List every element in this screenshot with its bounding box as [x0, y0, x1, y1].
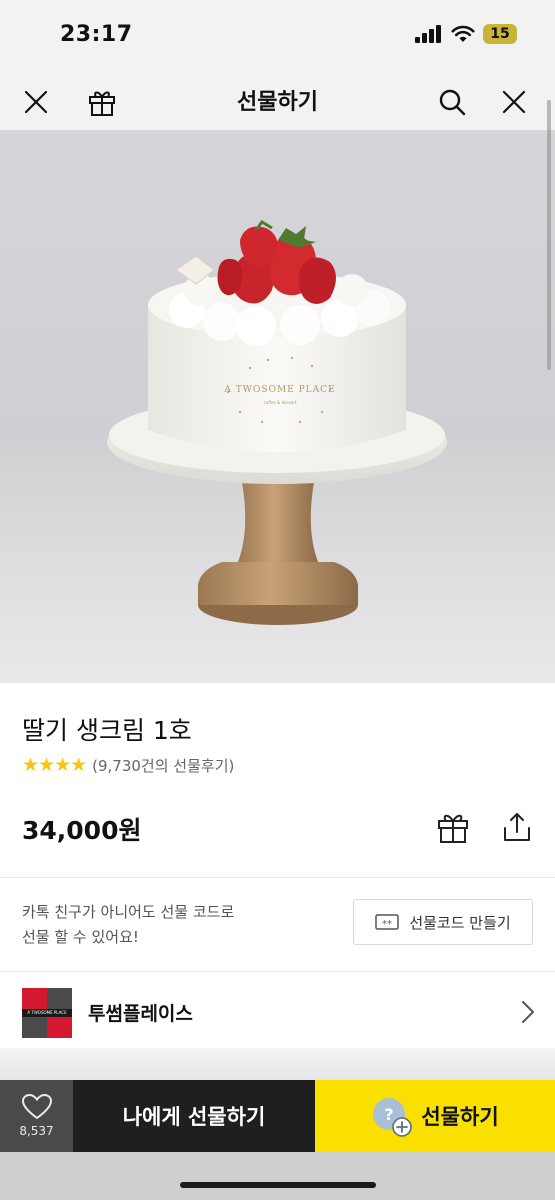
status-bar: 23:17 15 [0, 0, 555, 72]
brand-name: 투썸플레이스 [88, 1003, 193, 1025]
product-price: 34,000원 [22, 816, 142, 845]
battery-indicator: 15 [483, 24, 517, 44]
gift-code-line1: 카톡 친구가 아니어도 선물 코드로 [22, 903, 235, 921]
home-indicator[interactable] [180, 1182, 376, 1188]
heart-icon [21, 1094, 52, 1120]
close-icon [502, 90, 526, 114]
make-gift-code-button[interactable]: ** 선물코드 만들기 [353, 899, 533, 945]
like-button[interactable]: 8,537 [0, 1080, 73, 1152]
cake-illustration: A TWOSOME PLACE coffee & dessert [107, 220, 447, 625]
nav-bar: 선물하기 [0, 72, 555, 130]
gift-code-line2: 선물 할 수 있어요! [22, 928, 139, 946]
bottom-action-bar: 8,537 나에게 선물하기 ? 선물하기 [0, 1080, 555, 1152]
chevron-right-icon [522, 1001, 534, 1023]
divider [0, 877, 555, 878]
brand-logo: A TWOSOME PLACE [22, 988, 72, 1038]
share-button[interactable] [498, 808, 536, 846]
star-rating-icon: ★★★★ [22, 754, 87, 776]
like-count: 8,537 [19, 1124, 54, 1138]
review-count: (9,730건의 선물후기) [92, 756, 235, 775]
content-separator [0, 1048, 555, 1080]
close-button[interactable] [494, 82, 534, 122]
search-icon [439, 89, 466, 116]
svg-text:?: ? [385, 1105, 394, 1124]
ticket-icon: ** [375, 914, 400, 930]
self-gift-label: 나에게 선물하기 [122, 1105, 266, 1129]
status-icons: 15 [415, 24, 517, 44]
make-gift-code-label: 선물코드 만들기 [409, 913, 511, 932]
brand-logo-text: A TWOSOME PLACE [22, 1009, 72, 1017]
search-button[interactable] [432, 82, 472, 122]
product-image: A TWOSOME PLACE coffee & dessert [0, 130, 555, 683]
signal-icon [415, 25, 441, 43]
status-time: 23:17 [60, 22, 133, 47]
scroll-indicator[interactable] [547, 100, 551, 370]
brand-row[interactable]: A TWOSOME PLACE 투썸플레이스 [0, 971, 555, 1051]
gift-code-description: 카톡 친구가 아니어도 선물 코드로 선물 할 수 있어요! [22, 900, 234, 950]
product-name: 딸기 생크림 1호 [22, 716, 192, 745]
gift-wish-button[interactable] [434, 808, 472, 846]
wifi-icon [451, 25, 475, 42]
share-icon [504, 813, 530, 841]
rating-row[interactable]: ★★★★ (9,730건의 선물후기) [22, 754, 234, 776]
send-gift-label: 선물하기 [421, 1105, 499, 1129]
ticket-icon-text: ** [382, 919, 392, 930]
svg-text:A TWOSOME PLACE: A TWOSOME PLACE [223, 385, 335, 395]
gift-icon [438, 814, 468, 843]
svg-text:coffee & dessert: coffee & dessert [264, 400, 297, 405]
home-indicator-area [0, 1152, 555, 1200]
friend-select-icon: ? [371, 1096, 413, 1137]
send-gift-button[interactable]: ? 선물하기 [315, 1080, 555, 1152]
self-gift-button[interactable]: 나에게 선물하기 [73, 1080, 315, 1152]
